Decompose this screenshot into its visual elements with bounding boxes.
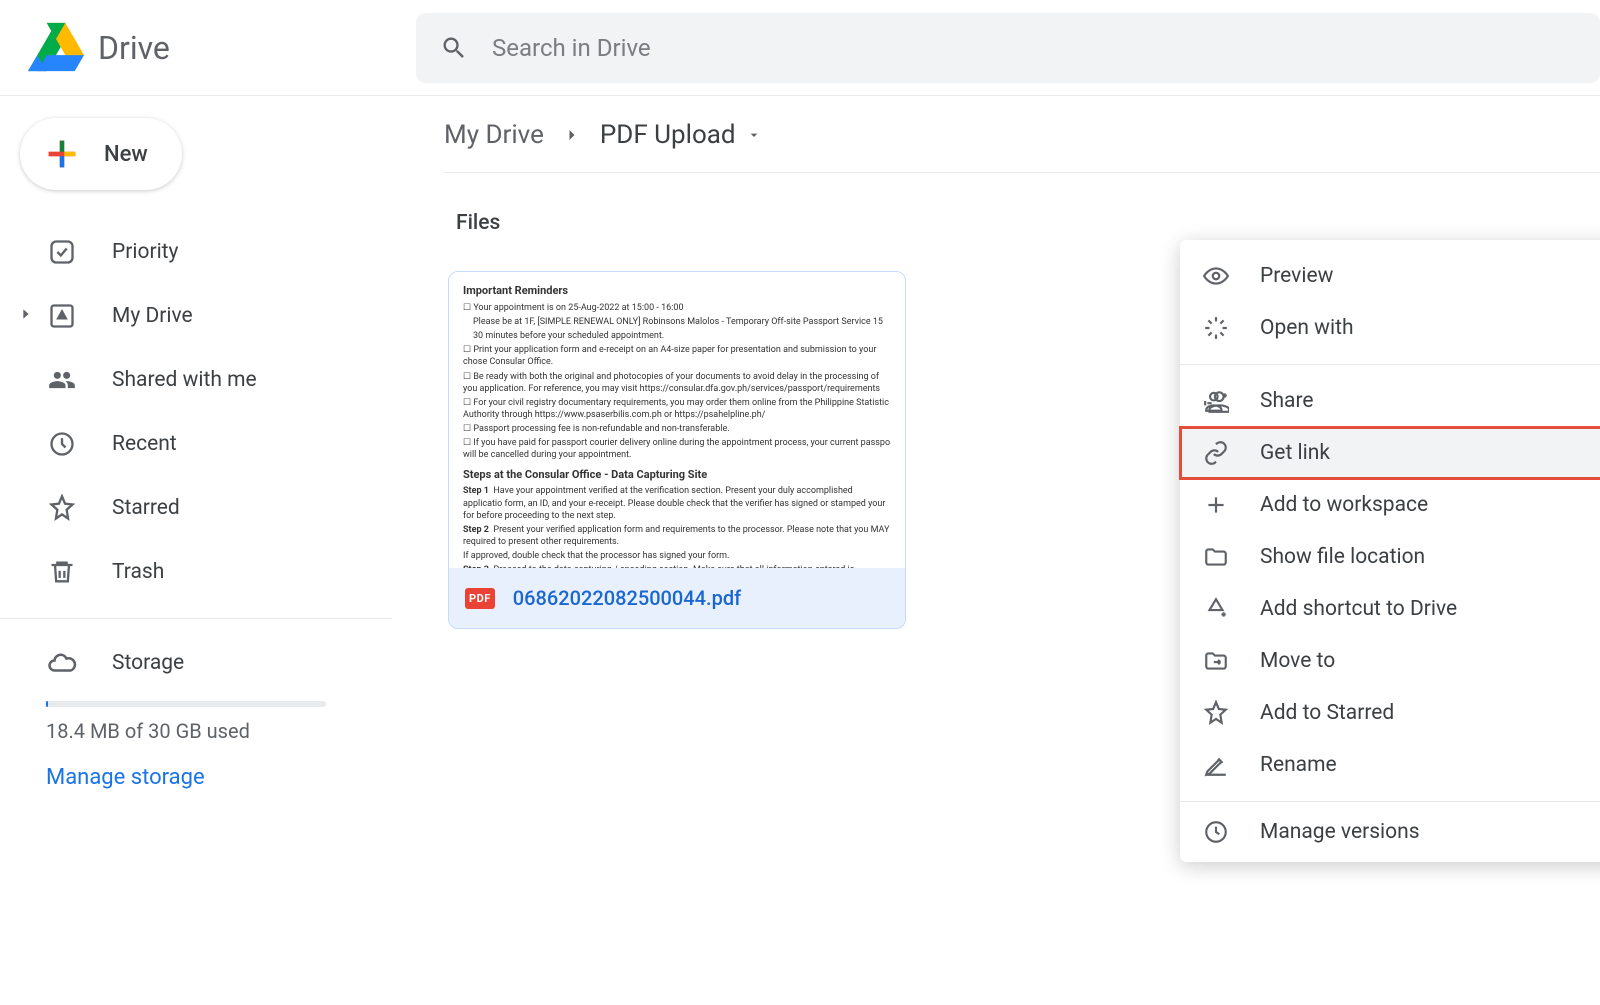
nav-label: My Drive bbox=[112, 304, 193, 328]
file-card[interactable]: Important Reminders ☐ Your appointment i… bbox=[448, 271, 906, 629]
files-section-title: Files bbox=[456, 211, 1600, 235]
drive-logo-icon bbox=[28, 20, 84, 76]
ctx-label: Open with bbox=[1260, 316, 1354, 340]
chevron-right-icon bbox=[562, 125, 582, 145]
new-button-label: New bbox=[104, 142, 148, 167]
header: Drive bbox=[0, 0, 1600, 96]
clock-icon bbox=[46, 428, 78, 460]
ctx-get-link[interactable]: Get link bbox=[1180, 427, 1600, 479]
sidebar: New Priority My Drive bbox=[0, 96, 416, 1005]
priority-icon bbox=[46, 236, 78, 268]
shortcut-icon bbox=[1202, 595, 1230, 623]
mydrive-icon bbox=[46, 300, 78, 332]
ctx-add-starred[interactable]: Add to Starred bbox=[1180, 687, 1600, 739]
plus-icon bbox=[42, 134, 82, 174]
nav-label: Recent bbox=[112, 432, 177, 456]
separator bbox=[1180, 364, 1600, 365]
ctx-label: Rename bbox=[1260, 753, 1337, 777]
search-icon bbox=[440, 34, 468, 62]
ctx-label: Add shortcut to Drive bbox=[1260, 597, 1457, 621]
context-menu: Preview Open with Share Get link Add to … bbox=[1180, 240, 1600, 862]
manage-storage-link[interactable]: Manage storage bbox=[46, 765, 205, 790]
ctx-share[interactable]: Share bbox=[1180, 375, 1600, 427]
star-outline-icon bbox=[1202, 699, 1230, 727]
chevron-right-icon[interactable] bbox=[18, 306, 34, 322]
search-bar[interactable] bbox=[416, 13, 1600, 83]
ctx-label: Share bbox=[1260, 389, 1314, 413]
breadcrumb: My Drive PDF Upload bbox=[444, 120, 1600, 173]
sidebar-item-shared[interactable]: Shared with me bbox=[0, 348, 416, 412]
file-thumbnail: Important Reminders ☐ Your appointment i… bbox=[449, 272, 905, 568]
nav-label: Starred bbox=[112, 496, 180, 520]
breadcrumb-current[interactable]: PDF Upload bbox=[600, 120, 762, 150]
ctx-add-shortcut[interactable]: Add shortcut to Drive bbox=[1180, 583, 1600, 635]
ctx-label: Get link bbox=[1260, 441, 1330, 465]
breadcrumb-root[interactable]: My Drive bbox=[444, 120, 544, 150]
divider bbox=[0, 618, 392, 619]
logo-area[interactable]: Drive bbox=[28, 20, 416, 76]
content-area: My Drive PDF Upload Files Important Remi… bbox=[416, 96, 1600, 1005]
storage-label: Storage bbox=[112, 651, 184, 675]
eye-icon bbox=[1202, 262, 1230, 290]
pencil-icon bbox=[1202, 751, 1230, 779]
ctx-label: Manage versions bbox=[1260, 820, 1420, 844]
sidebar-item-mydrive[interactable]: My Drive bbox=[0, 284, 416, 348]
cloud-icon bbox=[46, 647, 78, 679]
trash-icon bbox=[46, 556, 78, 588]
sidebar-item-priority[interactable]: Priority bbox=[0, 220, 416, 284]
storage-bar bbox=[46, 701, 326, 707]
open-with-icon bbox=[1202, 314, 1230, 342]
ctx-label: Add to Starred bbox=[1260, 701, 1394, 725]
file-name: 06862022082500044.pdf bbox=[513, 586, 741, 610]
pdf-badge-icon: PDF bbox=[465, 588, 495, 609]
new-button[interactable]: New bbox=[20, 118, 182, 190]
sidebar-item-starred[interactable]: Starred bbox=[0, 476, 416, 540]
nav-label: Priority bbox=[112, 240, 178, 264]
nav-label: Shared with me bbox=[112, 368, 257, 392]
breadcrumb-current-label: PDF Upload bbox=[600, 120, 736, 150]
ctx-move-to[interactable]: Move to bbox=[1180, 635, 1600, 687]
ctx-add-workspace[interactable]: Add to workspace bbox=[1180, 479, 1600, 531]
file-footer: PDF 06862022082500044.pdf bbox=[449, 568, 905, 628]
dropdown-icon bbox=[746, 127, 762, 143]
versions-icon bbox=[1202, 818, 1230, 846]
plus-icon bbox=[1202, 491, 1230, 519]
app-name: Drive bbox=[98, 29, 170, 67]
ctx-manage-versions[interactable]: Manage versions bbox=[1180, 812, 1600, 852]
ctx-label: Preview bbox=[1260, 264, 1333, 288]
move-icon bbox=[1202, 647, 1230, 675]
ctx-preview[interactable]: Preview bbox=[1180, 250, 1600, 302]
star-icon bbox=[46, 492, 78, 524]
sidebar-nav: Priority My Drive Shared with me bbox=[0, 220, 416, 790]
shared-icon bbox=[46, 364, 78, 396]
sidebar-item-recent[interactable]: Recent bbox=[0, 412, 416, 476]
sidebar-item-storage[interactable]: Storage bbox=[0, 633, 416, 693]
ctx-label: Move to bbox=[1260, 649, 1335, 673]
nav-label: Trash bbox=[112, 560, 164, 584]
ctx-open-with[interactable]: Open with bbox=[1180, 302, 1600, 354]
ctx-rename[interactable]: Rename bbox=[1180, 739, 1600, 791]
share-person-icon bbox=[1202, 387, 1230, 415]
search-input[interactable] bbox=[492, 34, 1576, 62]
storage-usage-text: 18.4 MB of 30 GB used bbox=[46, 719, 416, 743]
ctx-label: Show file location bbox=[1260, 545, 1425, 569]
sidebar-item-trash[interactable]: Trash bbox=[0, 540, 416, 604]
ctx-label: Add to workspace bbox=[1260, 493, 1428, 517]
link-icon bbox=[1202, 439, 1230, 467]
separator bbox=[1180, 801, 1600, 802]
folder-icon bbox=[1202, 543, 1230, 571]
ctx-show-location[interactable]: Show file location bbox=[1180, 531, 1600, 583]
